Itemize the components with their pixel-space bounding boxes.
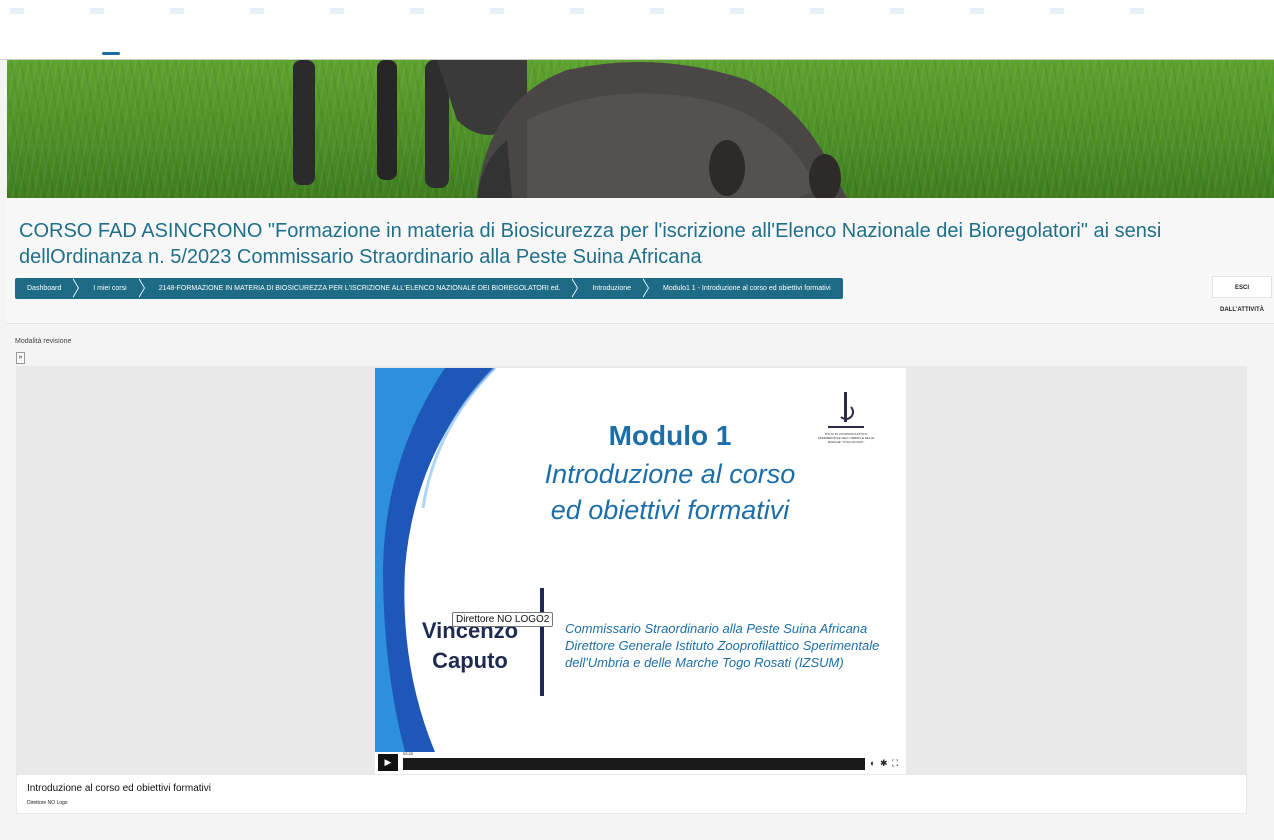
- breadcrumb-activity[interactable]: Modulo1 1 - Introduzione al corso ed obi…: [643, 278, 843, 299]
- review-mode-label: Modalità revisione: [15, 338, 72, 345]
- top-navbar: [0, 0, 1274, 60]
- caption-title: Introduzione al corso ed obiettivi forma…: [27, 783, 211, 794]
- breadcrumb-course[interactable]: 2148-FORMAZIONE IN MATERIA DI BIOSICUREZ…: [139, 278, 579, 299]
- breadcrumb-dashboard[interactable]: Dashboard: [15, 278, 80, 299]
- activity-caption: Introduzione al corso ed obiettivi forma…: [16, 774, 1247, 814]
- navbar-decoration: [10, 8, 1160, 14]
- play-icon[interactable]: ▶: [378, 754, 398, 771]
- slide-subtitle: Introduzione al corso ed obiettivi forma…: [544, 459, 796, 525]
- gear-icon[interactable]: ✱: [880, 757, 888, 769]
- boar-illustration: [293, 60, 847, 198]
- breadcrumb-my-courses[interactable]: I miei corsi: [73, 278, 146, 299]
- video-player[interactable]: ISTITUTO ZOOPROFILATTICO SPERIMENTALE DE…: [375, 368, 906, 774]
- time-display: 03:20: [403, 751, 414, 756]
- video-controls: ▶ 03:20 ◖ ✱ ⛶: [375, 751, 906, 774]
- scorm-player-stage: ISTITUTO ZOOPROFILATTICO SPERIMENTALE DE…: [16, 366, 1247, 776]
- breadcrumb: Dashboard I miei corsi 2148-FORMAZIONE I…: [15, 278, 843, 299]
- volume-icon[interactable]: ◖: [869, 757, 874, 769]
- course-header: CORSO FAD ASINCRONO "Formazione in mater…: [7, 198, 1274, 324]
- progress-slider[interactable]: [403, 758, 865, 770]
- breadcrumb-section[interactable]: Introduzione: [572, 278, 649, 299]
- speaker-roles: Commissario Straordinario alla Peste Sui…: [565, 621, 880, 670]
- hero-banner-image: [7, 60, 1274, 198]
- caption-author: Direttore NO Logo: [27, 800, 68, 806]
- page-title: CORSO FAD ASINCRONO "Formazione in mater…: [19, 220, 1162, 268]
- slide-title: Modulo 1: [608, 420, 732, 451]
- exit-activity-button[interactable]: ESCI DALL'ATTIVITÀ: [1212, 276, 1272, 313]
- toggle-toc-button[interactable]: »: [16, 352, 25, 364]
- speaker-divider: [540, 588, 544, 696]
- main-content: Modalità revisione » ISTITUTO ZOOPROFILA…: [7, 326, 1274, 840]
- fullscreen-icon[interactable]: ⛶: [892, 757, 898, 769]
- page: CORSO FAD ASINCRONO "Formazione in mater…: [0, 0, 1274, 840]
- hover-tooltip: Direttore NO LOGO2: [452, 612, 554, 627]
- navbar-active-indicator: [102, 52, 120, 55]
